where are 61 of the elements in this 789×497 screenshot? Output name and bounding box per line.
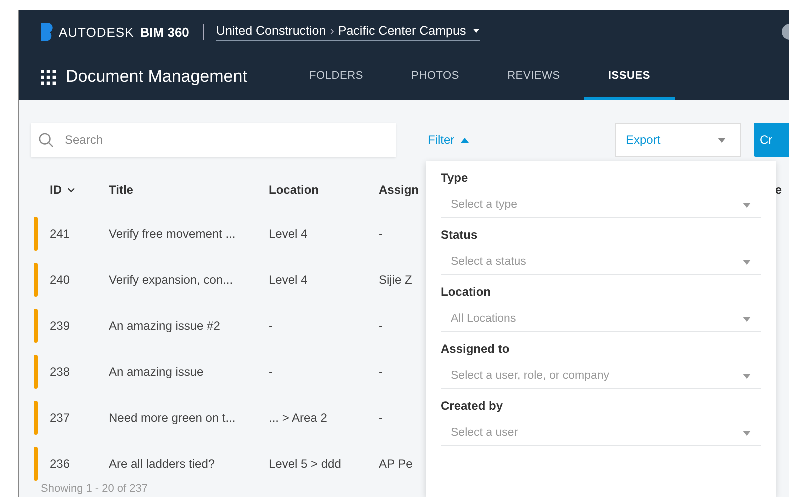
caret-icon	[743, 374, 751, 378]
table-cell-text: -	[379, 319, 384, 333]
table-cell-text: AP Pe	[379, 457, 414, 471]
caret-icon	[743, 202, 751, 208]
table-cell-text: Verify free movement ...	[109, 227, 237, 241]
table-cell-text: 241	[50, 227, 72, 241]
caret-icon	[743, 316, 751, 322]
pagination-summary: Showing 1 - 20 of 237	[41, 483, 148, 495]
table-cell-text: Level 4	[269, 273, 309, 287]
status-bar	[34, 217, 38, 251]
table-cell-text: An amazing issue #2	[109, 319, 222, 333]
table-cell-text: Verify expansion, con...	[109, 273, 234, 287]
status-bar	[34, 309, 38, 343]
column-header[interactable]: Assign	[379, 183, 423, 197]
caret-icon	[743, 430, 751, 436]
table-cell-text: -	[379, 365, 384, 379]
status-bar	[34, 401, 38, 435]
table-cell-text: Level 4	[269, 227, 309, 241]
status-bar	[34, 355, 38, 389]
table-cell-text: -	[379, 227, 384, 241]
logo-icon	[41, 23, 53, 41]
status-bar	[34, 263, 38, 297]
field-label: Created by	[441, 399, 504, 413]
column-header[interactable]: ID	[50, 183, 109, 197]
column-header[interactable]: Location	[269, 183, 379, 197]
product-name: BIM 360	[140, 24, 190, 40]
table-cell-text: 239	[50, 319, 72, 333]
brand-name: AUTODESK	[59, 24, 134, 40]
column-header[interactable]: Title	[109, 183, 269, 197]
column-header[interactable]: e	[775, 183, 782, 197]
table-cell-text: 237	[50, 411, 72, 425]
search-icon	[39, 133, 54, 148]
project-selector[interactable]: United Construction › Pacific Center Campus	[216, 24, 480, 40]
table-cell-text: 240	[50, 273, 72, 287]
caret-up-icon	[460, 138, 469, 142]
table-cell-text: 236	[50, 457, 72, 471]
field-label: Type	[441, 171, 470, 185]
field-label: Assigned to	[441, 342, 511, 356]
field-label: Status	[441, 228, 479, 242]
apps-grid-icon[interactable]	[41, 70, 56, 84]
table-cell-text: An amazing issue	[109, 365, 205, 379]
field-label: Location	[441, 285, 492, 299]
caret-icon	[743, 260, 751, 264]
table-cell-text: Sijie Z	[379, 273, 414, 287]
nav-tab[interactable]: REVIEWS	[484, 54, 584, 100]
nav-tab[interactable]: PHOTOS	[388, 54, 484, 100]
table-cell-text: -	[379, 411, 384, 425]
table-cell-text: -	[269, 365, 274, 379]
search-field[interactable]: Search	[31, 123, 396, 157]
table-cell-text: 238	[50, 365, 72, 379]
table-cell-text: Need more green on t...	[109, 411, 237, 425]
module-title: Document Management	[66, 67, 248, 87]
status-bar	[34, 447, 38, 481]
nav-tab[interactable]: FOLDERS	[285, 54, 388, 100]
table-cell-text: ... > Area 2	[269, 411, 328, 425]
table-cell-text: Level 5 > ddd	[269, 457, 342, 471]
sort-down-icon	[68, 188, 75, 192]
caret-icon	[473, 28, 480, 32]
table-cell-text: -	[269, 319, 274, 333]
table-cell-text: Are all ladders tied?	[109, 457, 216, 471]
caret-icon	[718, 138, 726, 142]
